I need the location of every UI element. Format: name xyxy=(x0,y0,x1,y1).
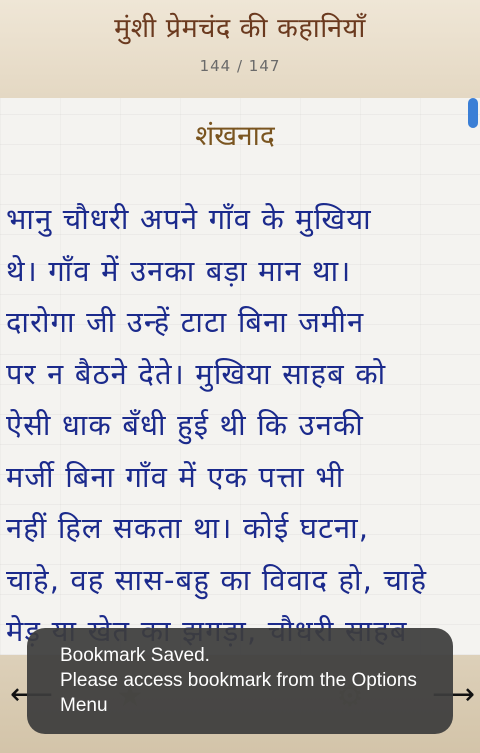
story-line: ऐसी धाक बँधी हुई थी कि उनकी xyxy=(6,408,365,442)
story-line: चाहे, वह सास-बहु का विवाद हो, चाहे xyxy=(6,562,428,597)
app-header: मुंशी प्रेमचंद की कहानियाँ 144 / 147 xyxy=(0,0,480,99)
story-line: नहीं हिल सकता था। कोई घटना, xyxy=(6,511,370,545)
story-text: भानु चौधरी अपने गाँव के मुखिया थे। गाँव … xyxy=(6,194,474,655)
story-line: दारोगा जी उन्हें टाटा बिना जमीन xyxy=(6,305,365,339)
bookmark-toast: Bookmark Saved. Please access bookmark f… xyxy=(27,628,453,734)
story-line: थे। गाँव में उनका बड़ा मान था। xyxy=(6,253,352,288)
toast-line: Bookmark Saved. xyxy=(60,645,210,666)
story-title: शंखनाद xyxy=(195,119,275,152)
story-line: मर्जी बिना गाँव में एक पत्ता भी xyxy=(6,459,345,494)
toast-line: Menu xyxy=(60,695,108,716)
story-line: पर न बैठने देते। मुखिया साहब को xyxy=(6,356,387,391)
story-line: भानु चौधरी अपने गाँव के मुखिया xyxy=(6,202,372,236)
story-content[interactable]: शंखनाद भानु चौधरी अपने गाँव के मुखिया थे… xyxy=(0,98,480,655)
toast-line: Please access bookmark from the Options xyxy=(60,670,417,691)
page-counter: 144 / 147 xyxy=(199,57,281,75)
book-title: मुंशी प्रेमचंद की कहानियाँ xyxy=(114,13,366,44)
